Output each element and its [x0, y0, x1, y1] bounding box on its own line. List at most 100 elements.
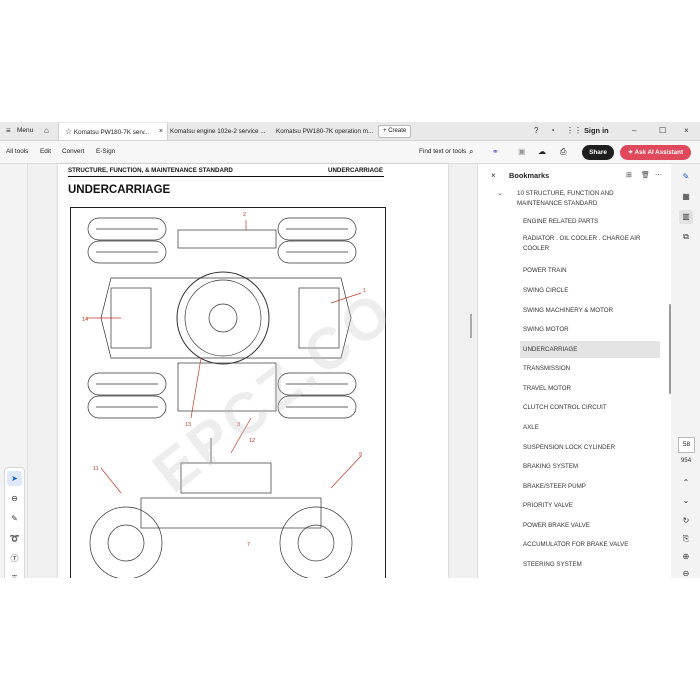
blade-frame	[177, 229, 277, 249]
bookmark-add-icon[interactable]: ⊞	[626, 164, 632, 188]
minimize-icon[interactable]: –	[632, 122, 636, 140]
tab-label: Komatsu engine 102e-2 service ...	[170, 128, 266, 135]
tab-komatsu-operation[interactable]: Komatsu PW180-7K operation m...	[270, 123, 380, 140]
fit-page-icon[interactable]: ⎘	[679, 532, 693, 546]
search-icon[interactable]: ⌕	[469, 141, 473, 163]
document-scroll-thumb[interactable]	[470, 314, 472, 338]
side-wheel-left	[89, 506, 163, 578]
select-cursor-icon[interactable]: ➤	[7, 471, 22, 486]
bookmark-item[interactable]: SUSPENSION LOCK CYLINDER	[520, 439, 660, 456]
chevron-down-icon[interactable]: ⌄	[679, 494, 693, 508]
bookmark-item[interactable]: ACCUMULATOR FOR BRAKE VALVE	[520, 536, 660, 553]
callout-7: 7	[247, 542, 250, 548]
side-wheel-right	[279, 506, 353, 578]
bookmark-item[interactable]: RADIATOR . OIL COOLER . CHARGE AIR COOLE…	[520, 233, 660, 253]
page-title: UNDERCARRIAGE	[68, 184, 171, 196]
menu-button[interactable]: Menu	[17, 122, 33, 140]
close-window-icon[interactable]: ×	[684, 122, 689, 140]
chevron-up-icon[interactable]: ⌃	[679, 476, 693, 490]
bookmark-item-selected[interactable]: UNDERCARRIAGE	[520, 341, 660, 358]
left-tool-rail: ➤ ⊖ ✎ ➰ Ⓣ ♖ ⋯	[0, 164, 28, 578]
close-panel-icon[interactable]: ×	[491, 164, 496, 188]
more-options-icon[interactable]: ⋯	[655, 164, 662, 188]
lasso-icon[interactable]: ➰	[7, 531, 22, 546]
bookmark-item[interactable]: STEERING SYSTEM	[520, 556, 660, 573]
sign-in-link[interactable]: Sign in	[584, 122, 609, 140]
tyre-bottom-left-2	[87, 395, 167, 419]
thumbnails-icon[interactable]: ▦	[679, 190, 693, 204]
tab-komatsu-service[interactable]: ☆ Komatsu PW180-7K serv... ×	[58, 123, 168, 140]
close-tab-icon[interactable]: ×	[159, 123, 163, 140]
bookmark-item[interactable]: SWING MACHINERY & MOTOR	[520, 302, 660, 319]
bookmark-parent[interactable]: 10 STRUCTURE, FUNCTION AND MAINTENANCE S…	[517, 189, 627, 208]
document-scrollbar[interactable]	[468, 164, 474, 578]
cloud-upload-icon[interactable]: ☁	[538, 141, 546, 163]
create-button[interactable]: + Create	[378, 125, 412, 138]
save-icon[interactable]: ▣	[518, 141, 526, 163]
hamburger-menu-icon[interactable]: ≡	[6, 122, 11, 140]
tyre-top-left-2	[87, 240, 167, 264]
find-text-input[interactable]: Find text or tools	[419, 141, 466, 163]
ai-assistant-button[interactable]: ✦ Ask AI Assistant	[620, 145, 691, 160]
all-tools-button[interactable]: All tools	[6, 141, 28, 163]
bookmark-item[interactable]: BRAKING SYSTEM	[520, 458, 660, 475]
star-icon[interactable]: ☆	[65, 127, 72, 136]
callout-14: 14	[82, 317, 88, 323]
ai-tools-icon[interactable]: ⚭	[492, 141, 499, 163]
bookmark-item[interactable]: SWING CIRCLE	[520, 282, 660, 299]
bookmark-item[interactable]: AXLE	[520, 419, 660, 436]
bookmark-item[interactable]: POWER TRAIN	[520, 262, 660, 279]
bookmarks-header: × Bookmarks ⊞ 🗑 ⋯	[478, 164, 671, 188]
bookmark-item[interactable]: TRANSMISSION	[520, 360, 660, 377]
pen-draw-icon[interactable]: ✎	[7, 511, 22, 526]
tyre-top-right-1	[277, 217, 357, 241]
chevron-down-icon[interactable]: ⌄	[497, 189, 503, 197]
notifications-icon[interactable]: ◔	[550, 122, 555, 140]
document-viewport[interactable]: STRUCTURE, FUNCTION, & MAINTENANCE STAND…	[28, 164, 476, 578]
comment-icon[interactable]: ✎	[679, 170, 693, 184]
esign-button[interactable]: E-Sign	[96, 141, 115, 163]
plus-icon: +	[383, 128, 387, 134]
right-rail: ✎ ▦ ▥ ⧉ 58 954 ⌃ ⌄ ↻ ⎘ ⊕ ⊖	[671, 164, 700, 578]
bookmark-item[interactable]: CLUTCH CONTROL CIRCUIT	[520, 399, 660, 416]
bookmark-item[interactable]: BRAKE/STEER PUMP	[520, 478, 660, 495]
share-button[interactable]: Share	[582, 145, 614, 160]
bookmark-delete-icon[interactable]: 🗑	[641, 164, 650, 188]
bookmark-item[interactable]: POWER BRAKE VALVE	[520, 517, 660, 534]
callout-2: 2	[243, 212, 246, 218]
convert-button[interactable]: Convert	[62, 141, 84, 163]
page-header-right: UNDERCARRIAGE	[328, 167, 384, 174]
quick-tools-group: ➤ ⊖ ✎ ➰ Ⓣ ♖ ⋯	[4, 467, 25, 578]
text-box-icon[interactable]: Ⓣ	[7, 551, 22, 566]
refresh-icon[interactable]: ↻	[679, 514, 693, 528]
ai-assistant-label: Ask AI Assistant	[634, 149, 684, 156]
callout-11: 11	[93, 466, 99, 472]
edit-button[interactable]: Edit	[40, 141, 51, 163]
zoom-comment-icon[interactable]: ⊖	[7, 491, 22, 506]
page-total: 954	[680, 457, 692, 464]
zoom-out-icon[interactable]: ⊖	[679, 567, 693, 578]
bookmark-item[interactable]: ENGINE RELATED PARTS	[520, 213, 660, 230]
print-icon[interactable]: ⎙	[560, 141, 566, 163]
maximize-icon[interactable]: ☐	[659, 122, 666, 140]
bookmark-item[interactable]: PRIORITY VALVE	[520, 497, 660, 514]
toolbar: All tools Edit Convert E-Sign Find text …	[0, 141, 700, 164]
page-header-left: STRUCTURE, FUNCTION, & MAINTENANCE STAND…	[68, 167, 233, 174]
pdf-viewer-window: ≡ Menu ⌂ ☆ Komatsu PW180-7K serv... × Ko…	[0, 122, 700, 578]
side-frame	[140, 497, 322, 529]
copy-pages-icon[interactable]: ⧉	[679, 230, 693, 244]
bookmark-item[interactable]: TRAVEL MOTOR	[520, 380, 660, 397]
tab-label: Komatsu PW180-7K operation m...	[276, 128, 374, 135]
help-icon[interactable]: ?	[534, 122, 538, 140]
page-number-input[interactable]: 58	[678, 437, 695, 453]
tab-komatsu-engine[interactable]: Komatsu engine 102e-2 service ...	[164, 123, 274, 140]
swing-circle-outer	[176, 271, 270, 365]
apps-grid-icon[interactable]: ⋮⋮	[566, 122, 582, 140]
bookmarks-panel-icon[interactable]: ▥	[679, 210, 693, 224]
tab-label: Komatsu PW180-7K serv...	[73, 129, 150, 136]
tab-bar: ≡ Menu ⌂ ☆ Komatsu PW180-7K serv... × Ko…	[0, 122, 700, 141]
zoom-in-icon[interactable]: ⊕	[679, 550, 693, 564]
stamp-icon[interactable]: ♖	[7, 571, 22, 578]
bookmark-item[interactable]: SWING MOTOR	[520, 321, 660, 338]
home-icon[interactable]: ⌂	[44, 122, 49, 140]
